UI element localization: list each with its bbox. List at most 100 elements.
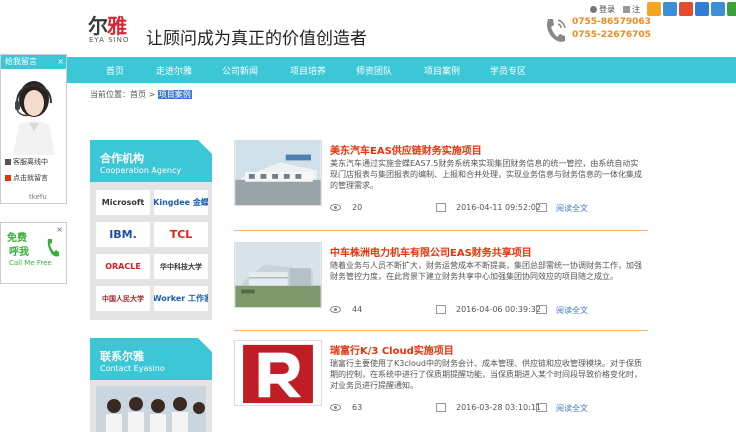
top-links: 登录 注 xyxy=(590,4,640,15)
nav-item-home[interactable]: 首页 xyxy=(106,64,124,77)
contact-team-photo xyxy=(96,386,206,432)
article-meta: 44 2016-04-06 00:39:32 阅读全文 xyxy=(330,304,648,316)
article-thumbnail[interactable] xyxy=(234,140,322,206)
wechat-icon[interactable] xyxy=(727,2,736,16)
close-icon[interactable]: × xyxy=(57,55,64,69)
view-count: 44 xyxy=(352,305,363,314)
partner-logo-ibm[interactable]: IBM. xyxy=(96,222,150,247)
partners-title: 合作机构 xyxy=(100,152,144,165)
logo-english: EYA SINO xyxy=(89,36,130,44)
call-widget-line3: Call Me Free xyxy=(9,259,52,267)
message-icon xyxy=(5,175,11,181)
social-icons xyxy=(647,2,736,16)
article-divider xyxy=(234,330,648,331)
telephone-icon xyxy=(547,19,566,42)
user-icon xyxy=(590,6,597,13)
partner-logo-ruc[interactable]: 中国人民大学 xyxy=(96,286,150,311)
view-count: 63 xyxy=(352,403,363,412)
message-widget-header: 给我留言 × xyxy=(1,55,66,69)
document-icon xyxy=(536,305,547,314)
leave-message-link[interactable]: 点击就留言 xyxy=(5,173,48,183)
close-icon[interactable]: × xyxy=(56,225,63,234)
customer-service-photo xyxy=(13,81,55,155)
slogan: 让顾问成为真正的价值创造者 xyxy=(146,29,367,49)
logo[interactable]: 尔雅 EYA SINO xyxy=(88,10,132,46)
plus-icon[interactable] xyxy=(647,2,661,16)
register-link[interactable]: 注 xyxy=(632,4,640,15)
nav-item-students[interactable]: 学员专区 xyxy=(490,64,526,77)
nav-item-news[interactable]: 公司新闻 xyxy=(222,64,258,77)
read-more-link[interactable]: 阅读全文 xyxy=(556,403,588,414)
document-icon xyxy=(536,203,547,212)
logo-char-2: 雅 xyxy=(107,14,127,38)
nav-item-about[interactable]: 走进尔雅 xyxy=(156,64,192,77)
publish-date: 2016-04-11 09:52:02 xyxy=(456,203,541,212)
publish-date: 2016-03-28 03:10:11 xyxy=(456,403,541,412)
header-notch xyxy=(198,338,212,352)
view-count: 20 xyxy=(352,203,363,212)
eye-icon xyxy=(330,306,341,313)
tencent-weibo-icon[interactable] xyxy=(695,2,709,16)
call-widget-line2: 呼我 xyxy=(9,247,29,258)
contact-subtitle: Contact Eyasino xyxy=(100,364,165,373)
call-me-widget[interactable]: × 免费 呼我 Call Me Free xyxy=(0,222,67,284)
article-divider xyxy=(234,230,648,231)
header-notch xyxy=(198,140,212,154)
breadcrumb-current[interactable]: 项目案例 xyxy=(157,90,192,99)
nav-item-cases[interactable]: 项目案例 xyxy=(424,64,460,77)
article-item: 中车株洲电力机车有限公司EAS财务共享项目 随着业务与人员不断扩大，财务运营成本… xyxy=(234,242,648,332)
partner-logo-oracle[interactable]: ORACLE xyxy=(96,254,150,279)
read-more-link[interactable]: 阅读全文 xyxy=(556,203,588,214)
call-widget-line1: 免费 xyxy=(7,233,27,244)
site-header: 尔雅 EYA SINO 让顾问成为真正的价值创造者 登录 注 0755-8657… xyxy=(0,0,736,56)
article-thumbnail[interactable] xyxy=(234,340,322,406)
service-status-text: 客服离线中 xyxy=(13,158,48,166)
phone-numbers: 0755-86579063 0755-22676705 xyxy=(572,16,651,42)
breadcrumb-home[interactable]: 首页 xyxy=(130,90,146,99)
partner-logo-hust[interactable]: 华中科技大学 xyxy=(154,254,208,279)
contact-title: 联系尔雅 xyxy=(100,350,144,363)
partner-logo-microsoft[interactable]: Microsoft xyxy=(96,190,150,215)
article-title[interactable]: 美东汽车EAS供应链财务实施项目 xyxy=(330,142,482,157)
phone-number-2: 0755-22676705 xyxy=(572,30,651,40)
qzone-icon[interactable] xyxy=(663,2,677,16)
breadcrumb-sep: > xyxy=(146,90,158,99)
breadcrumb: 当前位置：首页 > 项目案例 xyxy=(90,89,192,100)
partner-logo-iworker[interactable]: iWorker 工作家 xyxy=(154,286,208,311)
article-thumbnail[interactable] xyxy=(234,242,322,308)
phone-icon xyxy=(47,239,59,257)
message-widget[interactable]: 给我留言 × 客服离线中 点击就留言 tkefu xyxy=(0,54,67,204)
weibo-icon[interactable] xyxy=(679,2,693,16)
article-item: 美东汽车EAS供应链财务实施项目 美东汽车通过实施金蝶EAS7.5财务系统来实现… xyxy=(234,140,648,230)
partner-logo-kingdee[interactable]: Kingdee 金蝶 xyxy=(154,190,208,215)
eye-icon xyxy=(330,204,341,211)
article-description: 随着业务与人员不断扩大，财务运营成本不断提高，集团总部需统一协调财务工作，加强财… xyxy=(330,261,642,281)
renren-icon[interactable] xyxy=(711,2,725,16)
article-meta: 20 2016-04-11 09:52:02 阅读全文 xyxy=(330,202,648,214)
contact-panel: 联系尔雅 Contact Eyasino xyxy=(90,338,212,432)
contact-header: 联系尔雅 Contact Eyasino xyxy=(90,338,212,380)
service-status: 客服离线中 xyxy=(5,157,48,167)
eye-icon xyxy=(330,404,341,411)
partner-logo-tcl[interactable]: TCL xyxy=(154,222,208,247)
register-icon xyxy=(623,6,630,13)
article-title[interactable]: 瑞富行K/3 Cloud实施项目 xyxy=(330,342,454,357)
message-widget-title: 给我留言 xyxy=(5,57,37,66)
logo-char-1: 尔 xyxy=(88,14,108,38)
article-meta: 63 2016-03-28 03:10:11 阅读全文 xyxy=(330,402,648,414)
publish-date: 2016-04-06 00:39:32 xyxy=(456,305,541,314)
widget-brand: tkefu xyxy=(29,193,47,201)
phone-number-1: 0755-86579063 xyxy=(572,17,651,27)
partners-panel: 合作机构 Cooperation Agency Microsoft Kingde… xyxy=(90,140,212,320)
article-description: 美东汽车通过实施金蝶EAS7.5财务系统来实现集团财务信息的统一管控，由系统自动… xyxy=(330,159,642,190)
calendar-icon xyxy=(436,403,446,412)
breadcrumb-prefix: 当前位置： xyxy=(90,90,130,99)
nav-item-teachers[interactable]: 师资团队 xyxy=(356,64,392,77)
login-link[interactable]: 登录 xyxy=(599,4,615,15)
article-title[interactable]: 中车株洲电力机车有限公司EAS财务共享项目 xyxy=(330,244,532,259)
read-more-link[interactable]: 阅读全文 xyxy=(556,305,588,316)
nav-item-training[interactable]: 项目培养 xyxy=(290,64,326,77)
leave-message-text: 点击就留言 xyxy=(13,174,48,182)
offline-icon xyxy=(5,159,11,165)
partners-header: 合作机构 Cooperation Agency xyxy=(90,140,212,182)
